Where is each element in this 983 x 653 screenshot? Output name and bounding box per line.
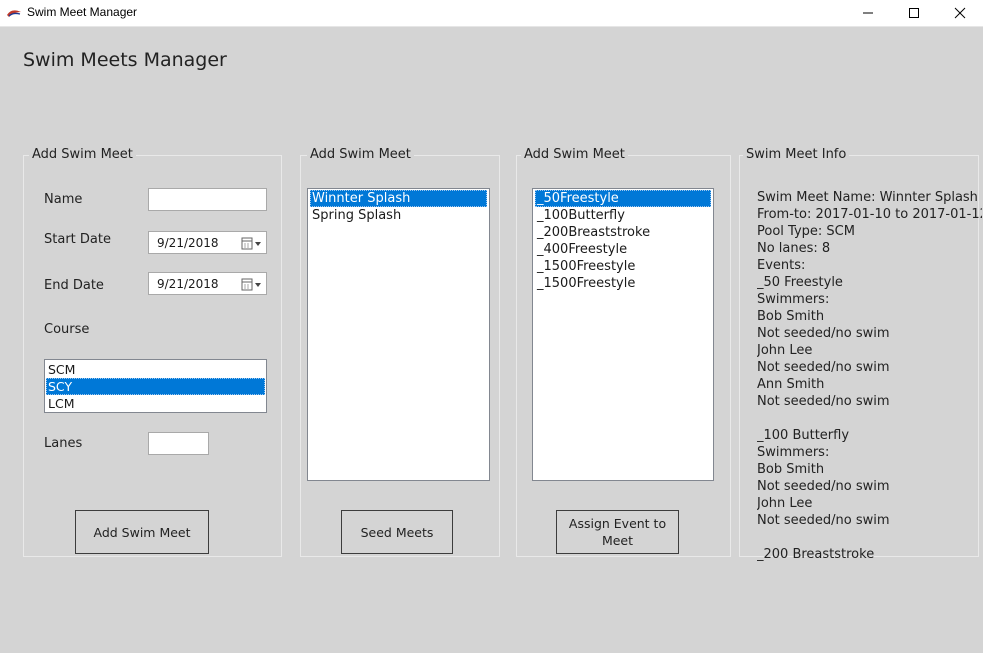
course-listbox[interactable]: SCM SCY LCM bbox=[44, 359, 267, 413]
calendar-dropdown-icon[interactable] bbox=[241, 237, 263, 250]
event-list-item[interactable]: _1500Freestyle bbox=[535, 258, 711, 275]
end-date-picker[interactable]: 9/21/2018 bbox=[148, 272, 267, 295]
close-button[interactable] bbox=[937, 0, 983, 26]
window-title: Swim Meet Manager bbox=[27, 5, 138, 19]
event-list-item[interactable]: _200Breaststroke bbox=[535, 224, 711, 241]
info-line: _100 Butterfly bbox=[757, 428, 850, 443]
info-line: John Lee bbox=[757, 343, 813, 358]
window-titlebar: Swim Meet Manager bbox=[0, 0, 983, 27]
event-list-item[interactable]: _50Freestyle bbox=[535, 190, 711, 207]
info-line: Events: bbox=[757, 258, 806, 273]
maximize-icon bbox=[909, 8, 919, 18]
info-line: _200 Breaststroke bbox=[757, 547, 875, 562]
info-line: Not seeded/no swim bbox=[757, 479, 890, 494]
info-line: Not seeded/no swim bbox=[757, 513, 890, 528]
info-line: Swimmers: bbox=[757, 445, 830, 460]
info-line: John Lee bbox=[757, 496, 813, 511]
maximize-button[interactable] bbox=[891, 0, 937, 26]
name-label: Name bbox=[44, 192, 83, 207]
event-list-item[interactable]: _400Freestyle bbox=[535, 241, 711, 258]
start-date-picker[interactable]: 9/21/2018 bbox=[148, 231, 267, 254]
meets-groupbox-title: Add Swim Meet bbox=[307, 147, 414, 162]
info-line: Pool Type: SCM bbox=[757, 224, 855, 239]
course-label: Course bbox=[44, 322, 90, 337]
calendar-dropdown-icon[interactable] bbox=[241, 278, 263, 291]
info-line: Bob Smith bbox=[757, 462, 825, 477]
app-heading: Swim Meets Manager bbox=[23, 49, 227, 71]
meets-listbox[interactable]: Winnter Splash Spring Splash bbox=[307, 188, 490, 481]
info-line bbox=[757, 529, 982, 546]
events-listbox[interactable]: _50Freestyle _100Butterfly _200Breaststrok… bbox=[532, 188, 714, 481]
lanes-label: Lanes bbox=[44, 436, 83, 451]
info-line: Bob Smith bbox=[757, 309, 825, 324]
add-swim-meet-button[interactable]: Add Swim Meet bbox=[75, 510, 209, 554]
info-line: From-to: 2017-01-10 to 2017-01-12 bbox=[757, 207, 982, 222]
info-line: Swimmers: bbox=[757, 292, 830, 307]
info-line: Not seeded/no swim bbox=[757, 360, 890, 375]
info-groupbox-title: Swim Meet Info bbox=[743, 147, 850, 162]
info-line: Ann Smith bbox=[757, 377, 825, 392]
info-line: No lanes: 8 bbox=[757, 241, 831, 256]
info-line: Not seeded/no swim bbox=[757, 326, 890, 341]
lanes-input[interactable] bbox=[148, 432, 209, 455]
start-date-value: 9/21/2018 bbox=[157, 236, 219, 250]
event-list-item[interactable]: _100Butterfly bbox=[535, 207, 711, 224]
minimize-icon bbox=[863, 12, 873, 14]
end-date-label: End Date bbox=[44, 278, 104, 293]
meet-info-text: Swim Meet Name: Winnter Splash From-to: 2… bbox=[757, 189, 982, 563]
info-line: Swim Meet Name: Winnter Splash bbox=[757, 190, 978, 205]
close-icon bbox=[954, 7, 966, 19]
events-groupbox-title: Add Swim Meet bbox=[521, 147, 628, 162]
course-option[interactable]: SCY bbox=[46, 378, 265, 395]
meet-list-item[interactable]: Spring Splash bbox=[310, 207, 487, 224]
info-line bbox=[757, 410, 982, 427]
assign-event-button[interactable]: Assign Event to Meet bbox=[556, 510, 679, 554]
add-meet-groupbox-title: Add Swim Meet bbox=[29, 147, 136, 162]
seed-meets-button[interactable]: Seed Meets bbox=[341, 510, 453, 554]
course-option[interactable]: LCM bbox=[46, 395, 265, 412]
app-icon bbox=[7, 10, 21, 17]
start-date-label: Start Date bbox=[44, 232, 111, 247]
minimize-button[interactable] bbox=[845, 0, 891, 26]
info-line: Not seeded/no swim bbox=[757, 394, 890, 409]
end-date-value: 9/21/2018 bbox=[157, 277, 219, 291]
event-list-item[interactable]: _1500Freestyle bbox=[535, 275, 711, 292]
meet-list-item[interactable]: Winnter Splash bbox=[310, 190, 487, 207]
course-option[interactable]: SCM bbox=[46, 361, 265, 378]
add-meet-groupbox bbox=[23, 155, 282, 557]
name-input[interactable] bbox=[148, 188, 267, 211]
info-line: _50 Freestyle bbox=[757, 275, 843, 290]
